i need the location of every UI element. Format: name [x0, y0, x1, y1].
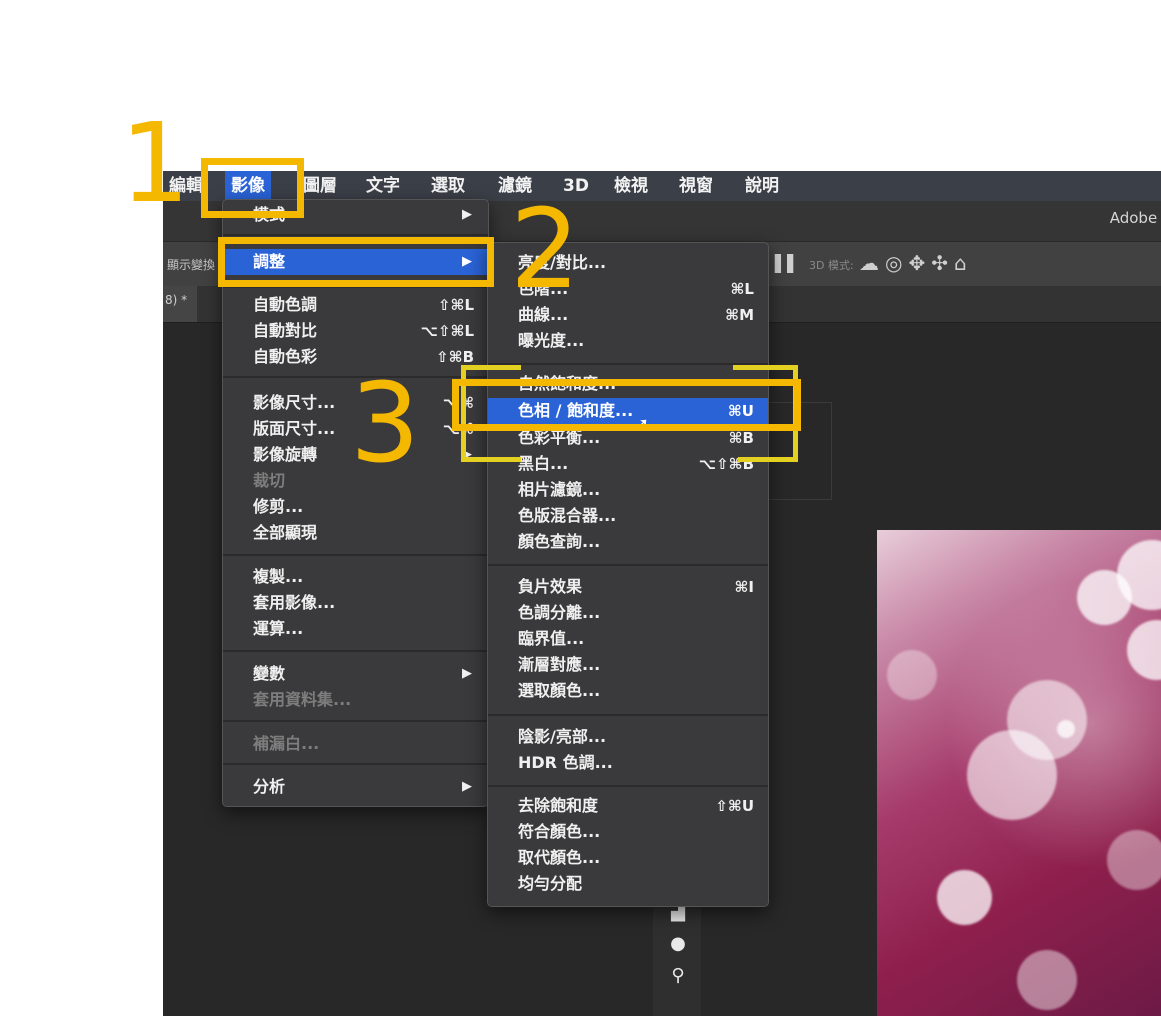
- annotation-box-3: [452, 379, 801, 431]
- menu-item-equalize[interactable]: 均勻分配: [488, 871, 768, 897]
- menu-item-selective-color[interactable]: 選取顏色...: [488, 678, 768, 704]
- menu-item-apply-image[interactable]: 套用影像...: [223, 590, 488, 616]
- adjustments-submenu: 亮度/對比... 色階... ⌘L 曲線... ⌘M 曝光度... 自然飽和度...…: [487, 242, 769, 907]
- menu-item-replace-color[interactable]: 取代顏色...: [488, 845, 768, 871]
- menu-item-auto-tone[interactable]: 自動色調 ⇧⌘L: [223, 292, 488, 318]
- menu-layer[interactable]: 圖層: [303, 171, 337, 201]
- menu-item-color-lookup[interactable]: 顏色查詢...: [488, 529, 768, 555]
- annotation-yellow-bracket-bottom-left: [461, 457, 521, 462]
- menu-help[interactable]: 說明: [745, 171, 779, 201]
- distribute-icon[interactable]: ▌▌: [775, 254, 800, 273]
- menu-item-invert[interactable]: 負片效果 ⌘I: [488, 574, 768, 600]
- menu-item-photo-filter[interactable]: 相片濾鏡...: [488, 477, 768, 503]
- menu-item-black-white[interactable]: 黑白... ⌥⇧⌘B: [488, 451, 768, 477]
- menu-item-shadows-highlights[interactable]: 陰影/亮部...: [488, 724, 768, 750]
- menu-item-threshold[interactable]: 臨界值...: [488, 626, 768, 652]
- image-canvas[interactable]: [877, 530, 1161, 1016]
- menu-item-gradient-map[interactable]: 漸層對應...: [488, 652, 768, 678]
- blur-tool-icon[interactable]: ●: [667, 933, 689, 955]
- menu-item-duplicate[interactable]: 複製...: [223, 564, 488, 590]
- annotation-box-2: [218, 237, 494, 287]
- annotation-number-1: 1: [120, 99, 190, 227]
- menu-item-desaturate[interactable]: 去除飽和度 ⇧⌘U: [488, 793, 768, 819]
- menu-item-reveal-all[interactable]: 全部顯現: [223, 520, 488, 546]
- annotation-box-1: [201, 158, 304, 218]
- menu-item-variables[interactable]: 變數 ▶: [223, 661, 488, 687]
- menu-view[interactable]: 檢視: [614, 171, 648, 201]
- annotation-number-2: 2: [510, 185, 580, 313]
- menu-item-auto-contrast[interactable]: 自動對比 ⌥⇧⌘L: [223, 318, 488, 344]
- image-menu: 模式 ▶ 調整 ▶ 自動色調 ⇧⌘L 自動對比 ⌥⇧⌘L 自動色彩 ⇧⌘B 影像尺寸...…: [222, 199, 489, 807]
- tool-panel: ▟ ● ⚲: [653, 891, 701, 1016]
- menu-item-posterize[interactable]: 色調分離...: [488, 600, 768, 626]
- app-title: Adobe P: [1109, 209, 1161, 227]
- document-tab[interactable]: 8) *: [163, 286, 197, 322]
- menu-item-exposure[interactable]: 曝光度...: [488, 328, 768, 354]
- menu-item-trap: 補漏白...: [253, 734, 320, 753]
- menu-bar: 編輯 影像 圖層 文字 選取 濾鏡 3D 檢視 視窗 說明: [163, 171, 1161, 201]
- menu-item-hdr-toning[interactable]: HDR 色調...: [488, 750, 768, 776]
- annotation-yellow-bracket-top-right: [733, 365, 798, 370]
- menu-item-apply-data-set: 套用資料集...: [253, 690, 352, 709]
- dodge-tool-icon[interactable]: ⚲: [667, 965, 689, 987]
- 3d-mode-icons[interactable]: ☁◎✥✣⌂: [859, 251, 973, 275]
- menu-item-match-color[interactable]: 符合顏色...: [488, 819, 768, 845]
- show-transform-label[interactable]: 顯示變換: [167, 256, 215, 273]
- menu-item-trim[interactable]: 修剪...: [223, 494, 488, 520]
- annotation-number-3: 3: [350, 359, 420, 487]
- annotation-yellow-bracket-bottom-right: [738, 457, 798, 462]
- menu-type[interactable]: 文字: [366, 171, 400, 201]
- menu-item-channel-mixer[interactable]: 色版混合器...: [488, 503, 768, 529]
- menu-item-calculations[interactable]: 運算...: [223, 616, 488, 642]
- annotation-yellow-bracket-top-left: [461, 365, 521, 370]
- menu-select[interactable]: 選取: [431, 171, 465, 201]
- menu-item-analysis[interactable]: 分析 ▶: [223, 774, 488, 800]
- menu-window[interactable]: 視窗: [679, 171, 713, 201]
- 3d-mode-label: 3D 模式:: [809, 259, 854, 272]
